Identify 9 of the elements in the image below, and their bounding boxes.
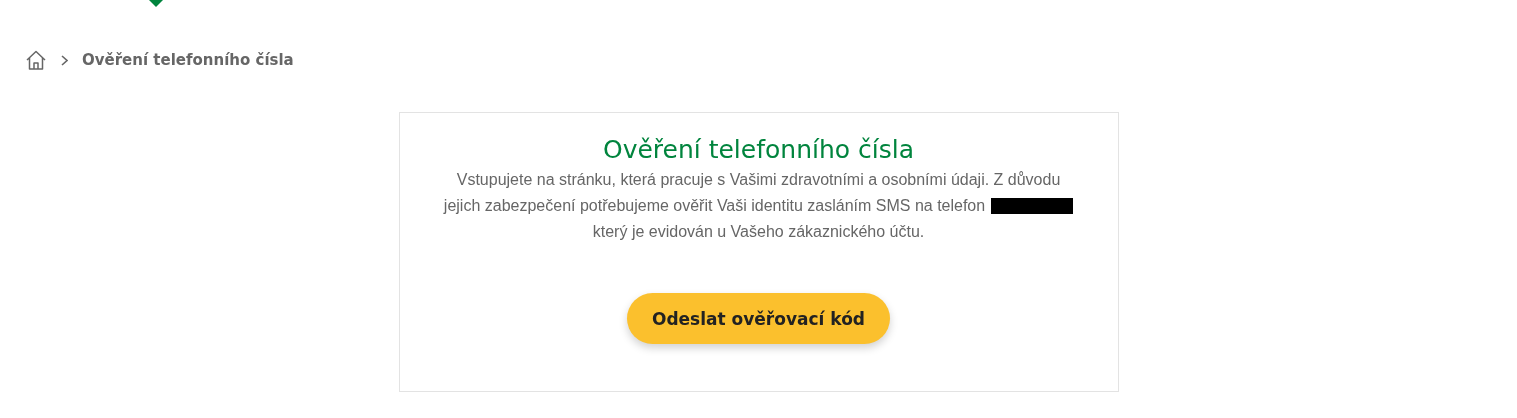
send-code-button[interactable]: Odeslat ověřovací kód [627,293,890,344]
chevron-icon [61,54,68,66]
info-text: který je evidován u Vašeho zákaznického účtu. [592,222,925,242]
info-text: Vstupujete na stránku, která pracuje s Vašimi zdravotními a osobními údaji. Z důvodu [456,170,1061,190]
breadcrumb-current: Ověření telefonního čísla [82,51,294,69]
info-text: jejich zabezpečení potřebujeme ověřit Vaši identitu zasláním SMS na telefon [443,196,986,216]
home-icon[interactable] [25,50,47,70]
card-title: Ověření telefonního čísla [603,134,914,166]
active-indicator-icon [149,0,163,7]
